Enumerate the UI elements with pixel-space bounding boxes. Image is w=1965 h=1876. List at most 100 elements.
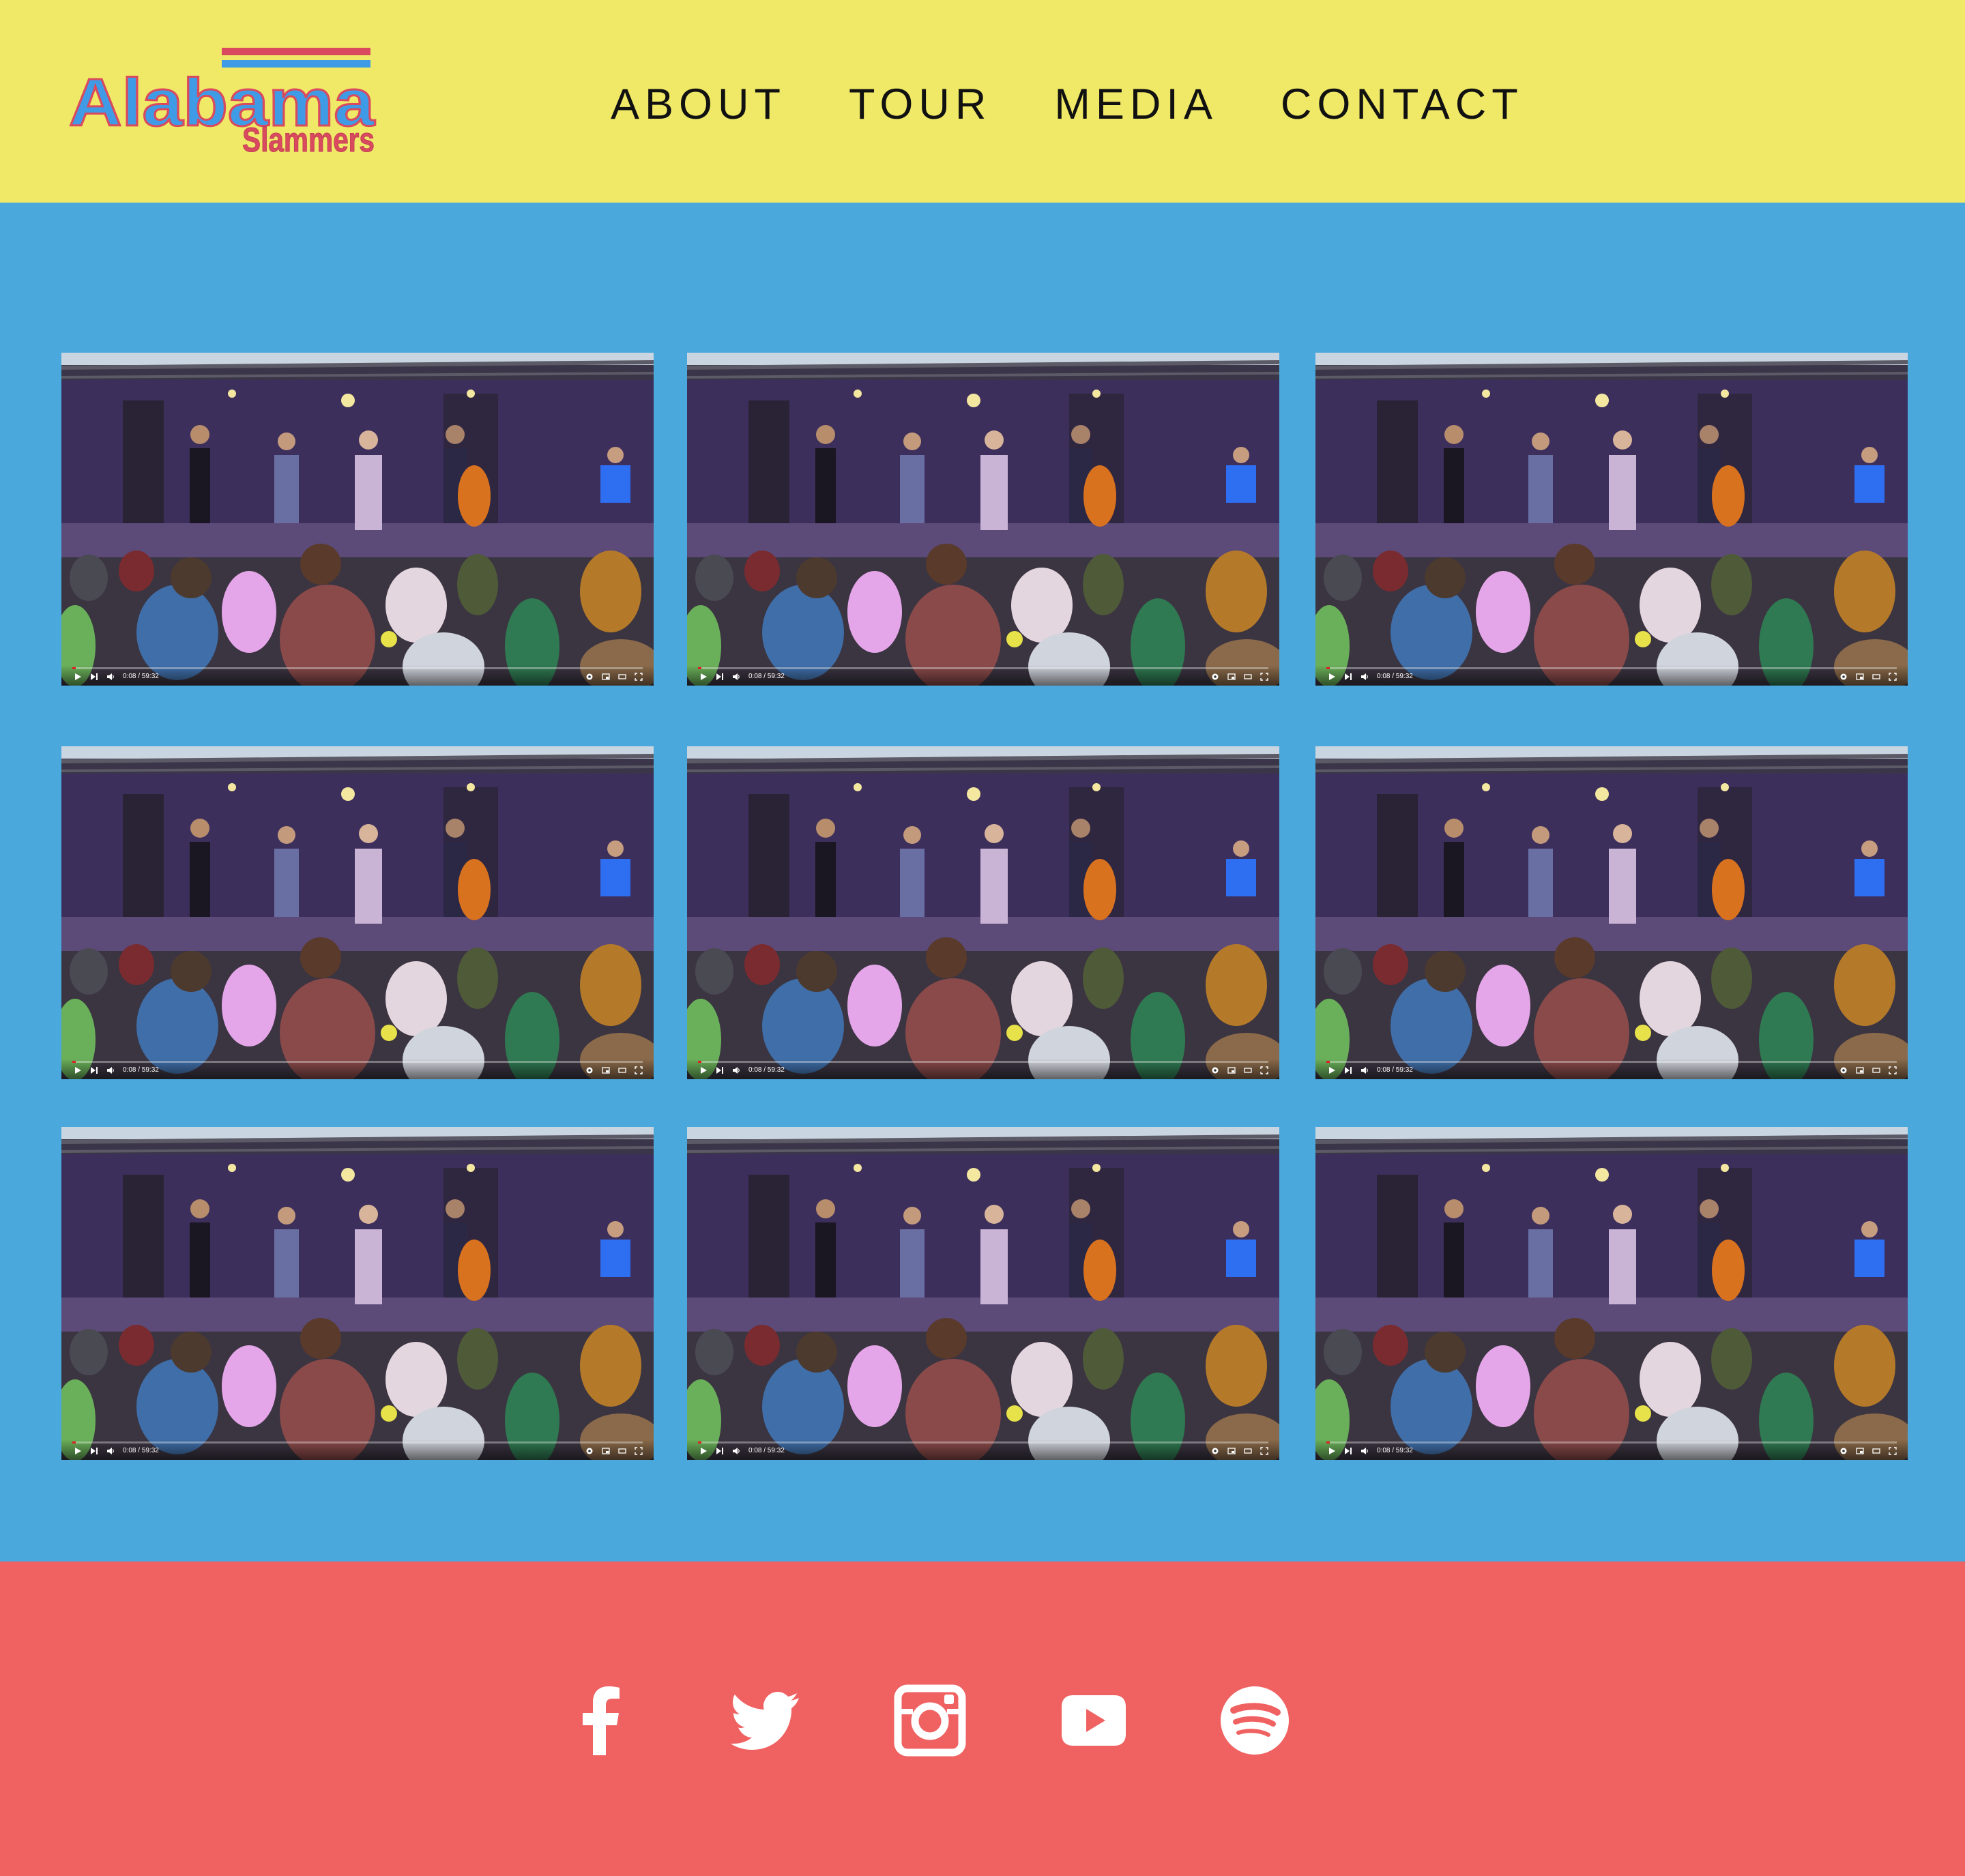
fullscreen-icon[interactable] [1260, 1066, 1268, 1074]
video-time: 0:08 / 59:32 [748, 673, 785, 680]
volume-icon[interactable] [106, 1066, 115, 1074]
controls-right [1839, 1446, 1897, 1456]
video-player[interactable]: 0:08 / 59:32 [687, 746, 1279, 1079]
settings-icon[interactable] [1211, 673, 1219, 681]
next-icon[interactable] [90, 1066, 98, 1074]
nav-about[interactable]: ABOUT [611, 80, 786, 129]
volume-icon[interactable] [732, 1447, 740, 1455]
volume-icon[interactable] [106, 673, 115, 681]
progress-fill [1326, 667, 1330, 669]
theater-icon[interactable] [1244, 1066, 1252, 1074]
fullscreen-icon[interactable] [1260, 1447, 1268, 1455]
theater-icon[interactable] [618, 673, 626, 681]
miniplayer-icon[interactable] [602, 1447, 610, 1455]
fullscreen-icon[interactable] [635, 1066, 643, 1074]
fullscreen-icon[interactable] [1260, 673, 1268, 681]
next-icon[interactable] [1344, 673, 1352, 681]
settings-icon[interactable] [1839, 673, 1848, 681]
play-icon[interactable] [1328, 1066, 1336, 1074]
video-player[interactable]: 0:08 / 59:32 [1315, 353, 1908, 686]
settings-icon[interactable] [1839, 1066, 1848, 1074]
volume-icon[interactable] [732, 1066, 740, 1074]
settings-icon[interactable] [585, 673, 594, 681]
instagram-icon[interactable] [892, 1683, 967, 1758]
play-icon[interactable] [74, 673, 82, 681]
theater-icon[interactable] [1244, 1447, 1252, 1455]
controls-left: 0:08 / 59:32 [74, 1066, 159, 1075]
theater-icon[interactable] [1872, 1447, 1880, 1455]
theater-icon[interactable] [1872, 1066, 1880, 1074]
play-icon[interactable] [74, 1447, 82, 1455]
fullscreen-icon[interactable] [635, 1447, 643, 1455]
volume-icon[interactable] [1360, 1066, 1369, 1074]
progress-bar[interactable] [72, 1061, 643, 1063]
video-player[interactable]: 0:08 / 59:32 [1315, 1127, 1908, 1460]
fullscreen-icon[interactable] [1889, 673, 1897, 681]
player-controls: 0:08 / 59:32 [687, 1439, 1279, 1460]
theater-icon[interactable] [618, 1066, 626, 1074]
video-player[interactable]: 0:08 / 59:32 [61, 746, 654, 1079]
progress-bar[interactable] [1326, 1061, 1897, 1063]
progress-bar[interactable] [1326, 667, 1897, 669]
settings-icon[interactable] [1839, 1447, 1848, 1455]
settings-icon[interactable] [1211, 1447, 1219, 1455]
spotify-icon[interactable] [1217, 1683, 1292, 1758]
settings-icon[interactable] [585, 1447, 594, 1455]
next-icon[interactable] [716, 1447, 724, 1455]
settings-icon[interactable] [585, 1066, 594, 1074]
volume-icon[interactable] [106, 1447, 115, 1455]
theater-icon[interactable] [618, 1447, 626, 1455]
fullscreen-icon[interactable] [1889, 1066, 1897, 1074]
progress-bar[interactable] [698, 1441, 1268, 1443]
video-player[interactable]: 0:08 / 59:32 [1315, 746, 1908, 1079]
twitter-icon[interactable] [728, 1683, 803, 1758]
nav-tour[interactable]: TOUR [849, 80, 991, 129]
play-icon[interactable] [74, 1066, 82, 1074]
progress-bar[interactable] [72, 667, 643, 669]
nav-media[interactable]: MEDIA [1054, 80, 1218, 129]
video-player[interactable]: 0:08 / 59:32 [687, 353, 1279, 686]
next-icon[interactable] [1344, 1066, 1352, 1074]
miniplayer-icon[interactable] [1227, 1447, 1236, 1455]
progress-bar[interactable] [1326, 1441, 1897, 1443]
settings-icon[interactable] [1211, 1066, 1219, 1074]
miniplayer-icon[interactable] [1856, 1066, 1864, 1074]
miniplayer-icon[interactable] [602, 673, 610, 681]
next-icon[interactable] [716, 673, 724, 681]
site-logo[interactable]: Alabama Slammers [65, 42, 382, 158]
next-icon[interactable] [716, 1066, 724, 1074]
video-player[interactable]: 0:08 / 59:32 [61, 1127, 654, 1460]
next-icon[interactable] [1344, 1447, 1352, 1455]
next-icon[interactable] [90, 673, 98, 681]
progress-bar[interactable] [698, 1061, 1268, 1063]
miniplayer-icon[interactable] [1856, 1447, 1864, 1455]
next-icon[interactable] [90, 1447, 98, 1455]
controls-left: 0:08 / 59:32 [1328, 672, 1413, 681]
progress-fill [1326, 1061, 1330, 1063]
miniplayer-icon[interactable] [1856, 673, 1864, 681]
fullscreen-icon[interactable] [635, 673, 643, 681]
play-icon[interactable] [1328, 673, 1336, 681]
miniplayer-icon[interactable] [1227, 673, 1236, 681]
volume-icon[interactable] [1360, 673, 1369, 681]
play-icon[interactable] [699, 1066, 708, 1074]
facebook-icon[interactable] [564, 1683, 639, 1758]
progress-bar[interactable] [698, 667, 1268, 669]
theater-icon[interactable] [1872, 673, 1880, 681]
progress-bar[interactable] [72, 1441, 643, 1443]
fullscreen-icon[interactable] [1889, 1447, 1897, 1455]
play-icon[interactable] [1328, 1447, 1336, 1455]
volume-icon[interactable] [732, 673, 740, 681]
volume-icon[interactable] [1360, 1447, 1369, 1455]
video-player[interactable]: 0:08 / 59:32 [61, 353, 654, 686]
video-time: 0:08 / 59:32 [1377, 673, 1413, 680]
miniplayer-icon[interactable] [602, 1066, 610, 1074]
nav-contact[interactable]: CONTACT [1281, 80, 1524, 129]
theater-icon[interactable] [1244, 673, 1252, 681]
video-player[interactable]: 0:08 / 59:32 [687, 1127, 1279, 1460]
play-icon[interactable] [699, 1447, 708, 1455]
miniplayer-icon[interactable] [1227, 1066, 1236, 1074]
play-icon[interactable] [699, 673, 708, 681]
youtube-icon[interactable] [1056, 1683, 1131, 1758]
player-controls: 0:08 / 59:32 [687, 665, 1279, 686]
